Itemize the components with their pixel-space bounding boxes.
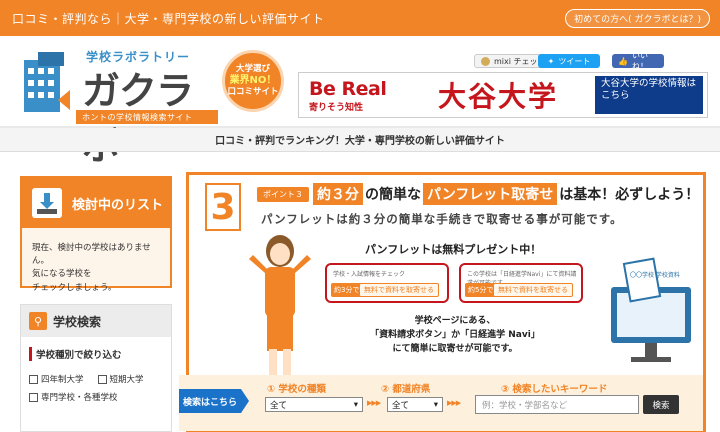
select-value: 全て (270, 400, 288, 411)
check-junior-college[interactable]: 短期大学 (97, 373, 144, 385)
select-value: 全て (392, 400, 410, 411)
thumbs-up-icon: 👍 (618, 56, 628, 66)
logo-strip: ホントの学校情報検索サイト (76, 110, 218, 124)
school-search-title: 学校検索 (53, 314, 102, 329)
list-body-line-1: 現在、検討中の学校はありません。 (32, 243, 151, 267)
consideration-list-body: 現在、検討中の学校はありません。 気になる学校を チェックしましょう。 (22, 228, 170, 293)
mixi-icon (481, 56, 490, 66)
download-tray-icon (32, 188, 62, 218)
list-body-line-3: チェックしましょう。 (32, 282, 117, 293)
school-type-checkboxes: 四年制大学 短期大学 専門学校・各種学校 (29, 373, 169, 403)
card-note: 学校・入試情報をチェック (333, 271, 406, 278)
banner-university-name: 大谷大学 (437, 80, 558, 113)
card-time: 約3分で (331, 283, 363, 297)
school-search-header: ⚲ 学校検索 (21, 305, 171, 337)
chevron-down-icon: ▾ (353, 399, 358, 410)
first-visit-button[interactable]: 初めての方へ( ガクラボとは？) (565, 8, 710, 28)
keyword-label: ③ 検索したいキーワード (501, 384, 608, 395)
header: 学校ラボラトリー ガクラボ ホントの学校情報検索サイト 大学選び 業界NO！ 口… (0, 36, 720, 168)
keyword-input[interactable]: 例：学校・学部名など (475, 395, 639, 414)
title-highlight-1: 約３分 (313, 183, 363, 205)
search-here-label: 検索はこちら (179, 389, 249, 413)
card-time: 約5分で (465, 283, 497, 297)
point-3-panel: 3 ポイント３ 約３分 の簡単な パンフレット取寄せ は基本！必ずしよう！ パン… (179, 172, 706, 432)
school-type-label: ① 学校の種類 (267, 384, 326, 395)
school-search-panel: ⚲ 学校検索 学校種別で絞り込む 四年制大学 短期大学 専門学校・各種学校 (20, 304, 172, 432)
check-label: 四年制大学 (41, 375, 84, 385)
sub-tagline: 口コミ・評判でランキング！大学・専門学校の新しい評価サイト (215, 136, 505, 147)
prefecture-select[interactable]: 全て ▾ (387, 397, 443, 412)
arrow-icon: ▶▶▶ (447, 399, 461, 407)
title-end: は基本！必ずしよう！ (559, 187, 700, 203)
badge-line-2: 業界NO！ (229, 74, 277, 86)
school-info-text: 学校ページにある、 「資料請求ボタン」か「日経進学 Navi」 にて簡単に取寄せ… (365, 315, 545, 357)
sub-tagline-bar: 口コミ・評判でランキング！大学・専門学校の新しい評価サイト (0, 128, 720, 152)
checkbox[interactable] (29, 392, 38, 402)
school-type-filter-title: 学校種別で絞り込む (29, 347, 171, 361)
checkbox[interactable] (29, 374, 38, 384)
school-info-line-3: にて簡単に取寄せが可能です。 (392, 343, 518, 354)
consideration-list-header: 検討中のリスト (22, 178, 170, 228)
banner-brand-sub: 寄りそう知性 (309, 102, 364, 113)
arrow-icon: ▶▶▶ (367, 399, 381, 407)
card-request-button[interactable]: 無料で資料を取寄せる (493, 283, 573, 297)
facebook-like-button[interactable]: 👍 いいね！ (612, 51, 664, 71)
search-button[interactable]: 検索 (643, 395, 679, 414)
woman-illustration-icon (249, 235, 311, 375)
school-type-select[interactable]: 全て ▾ (265, 397, 363, 412)
school-info-line-2: 「資料請求ボタン」か「日経進学 Navi」 (370, 329, 540, 340)
point-title: 約３分 の簡単な パンフレット取寄せ は基本！必ずしよう！ (313, 183, 699, 205)
twitter-bird-icon: ✦ (547, 56, 555, 66)
site-tagline: 口コミ・評判なら｜大学・専門学校の新しい評価サイト (12, 11, 325, 26)
tweet-button[interactable]: ✦ ツイート (538, 54, 600, 68)
computer-monitor-icon: 〇〇学校 学校資料 (611, 257, 691, 362)
site-logo[interactable]: 学校ラボラトリー ガクラボ ホントの学校情報検索サイト (14, 44, 222, 168)
point-tag: ポイント３ (257, 187, 309, 202)
check-label: 短期大学 (109, 375, 144, 385)
like-label: いいね！ (631, 51, 648, 71)
badge-line-3: 口コミサイト (227, 87, 279, 98)
monitor-label: 〇〇学校 学校資料 (630, 271, 680, 279)
consideration-list-title: 検討中のリスト (72, 197, 164, 213)
list-body-line-2: 気になる学校を (32, 269, 92, 280)
title-highlight-2: パンフレット取寄せ (423, 183, 558, 205)
tweet-label: ツイート (558, 56, 591, 66)
school-info-line-1: 学校ページにある、 (414, 316, 496, 326)
card-request-button[interactable]: 無料で資料を取寄せる (359, 283, 439, 297)
point-number: 3 (205, 183, 241, 231)
building-logo-icon (24, 52, 70, 112)
banner-brand-title: Be Real (309, 77, 387, 100)
consideration-list-panel: 検討中のリスト 現在、検討中の学校はありません。 気になる学校を チェックしまし… (20, 176, 172, 293)
university-ad-banner[interactable]: Be Real 寄りそう知性 大谷大学 大谷大学の学校情報はこちら (298, 72, 708, 118)
chevron-down-icon: ▾ (433, 399, 438, 410)
free-pamphlet-title: パンフレットは無料プレゼント中！ (365, 243, 542, 256)
checkbox[interactable] (97, 374, 107, 384)
banner-brand: Be Real 寄りそう知性 (299, 78, 405, 113)
search-form: 検索はこちら ① 学校の種類 ② 都道府県 ③ 検索したいキーワード 全て ▾ … (179, 375, 703, 431)
magnifier-icon: ⚲ (29, 312, 47, 330)
badge-line-1: 大学選び (235, 64, 270, 75)
prefecture-label: ② 都道府県 (381, 384, 431, 395)
pamphlet-card-gakulabo: 学校・入試情報をチェック 約3分で 無料で資料を取寄せる (325, 263, 449, 303)
banner-info-link[interactable]: 大谷大学の学校情報はこちら (595, 76, 703, 114)
point-subtitle: パンフレットは約３分の簡単な手続きで取寄せる事が可能です。 (261, 212, 623, 226)
top-bar: 口コミ・評判なら｜大学・専門学校の新しい評価サイト 初めての方へ( ガクラボとは… (0, 0, 720, 36)
ranking-badge: 大学選び 業界NO！ 口コミサイト (222, 50, 284, 112)
pamphlet-card-nikkei: この学校は「日経進学Navi」にて資料請求が可能です 約5分で 無料で資料を取寄… (459, 263, 583, 303)
check-four-year-university[interactable]: 四年制大学 (29, 373, 84, 385)
check-label: 専門学校・各種学校 (41, 393, 118, 403)
title-mid: の簡単な (365, 187, 421, 203)
check-vocational-school[interactable]: 専門学校・各種学校 (29, 391, 118, 403)
